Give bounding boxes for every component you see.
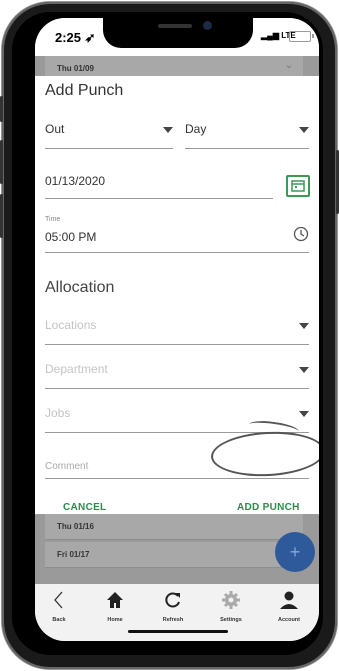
locations-placeholder: Locations: [45, 318, 97, 332]
status-time: 2:25 ➶: [55, 30, 96, 45]
account-icon: [279, 591, 299, 614]
app-screen: Thu 01/09 ⌄ Thu 01/16 Fri 01/17 2:25 ➶ ▂…: [35, 18, 319, 641]
list-item-label: Thu 01/09: [57, 64, 94, 73]
caret-down-icon: [299, 367, 309, 373]
status-bar: 2:25 ➶ ▂▄▆ LTE: [35, 18, 319, 56]
chevron-left-icon: [51, 591, 67, 614]
list-item-label: Fri 01/17: [57, 550, 90, 559]
dialog-title: Add Punch: [45, 82, 124, 99]
chevron-down-icon: ⌄: [284, 60, 293, 71]
time-value: 05:00 PM: [45, 230, 97, 244]
day-type-select[interactable]: Day: [185, 112, 309, 149]
nav-label: Back: [52, 617, 66, 623]
refresh-icon: [163, 592, 183, 614]
list-item: Fri 01/17: [45, 542, 303, 568]
date-field[interactable]: 01/13/2020: [45, 162, 273, 199]
phone-side-button: [0, 194, 3, 238]
battery-icon: [289, 31, 314, 42]
caret-down-icon: [299, 323, 309, 329]
comment-placeholder: Comment: [45, 461, 89, 472]
add-fab-button[interactable]: +: [275, 532, 315, 572]
time-label: Time: [45, 216, 61, 223]
phone-side-button: [0, 96, 3, 122]
punch-type-value: Out: [45, 122, 65, 136]
calendar-icon[interactable]: [286, 175, 310, 197]
day-type-value: Day: [185, 122, 207, 136]
nav-item-back[interactable]: Back: [39, 590, 79, 623]
nav-item-account[interactable]: Account: [269, 590, 309, 623]
camera-icon: [203, 21, 212, 30]
nav-label: Settings: [220, 617, 242, 623]
list-item: Thu 01/16: [45, 514, 303, 540]
phone-side-button: [0, 140, 3, 184]
cancel-button[interactable]: CANCEL: [63, 502, 106, 513]
nav-item-home[interactable]: Home: [95, 590, 135, 623]
department-placeholder: Department: [45, 362, 108, 376]
nav-item-refresh[interactable]: Refresh: [153, 590, 193, 623]
time-field[interactable]: Time 05:00 PM: [45, 214, 309, 253]
add-punch-button[interactable]: ADD PUNCH: [237, 502, 300, 513]
caret-down-icon: [163, 127, 173, 133]
clock-icon[interactable]: [293, 226, 309, 247]
punch-type-select[interactable]: Out: [45, 112, 173, 149]
date-value: 01/13/2020: [45, 174, 106, 188]
nav-label: Refresh: [162, 617, 184, 623]
caret-down-icon: [299, 411, 309, 417]
department-select[interactable]: Department: [45, 348, 309, 389]
nav-label: Account: [278, 617, 300, 623]
caret-down-icon: [299, 127, 309, 133]
list-item-label: Thu 01/16: [57, 522, 94, 531]
speaker-grille: [158, 24, 192, 28]
allocation-heading: Allocation: [45, 279, 115, 296]
home-icon: [105, 592, 125, 614]
jobs-placeholder: Jobs: [45, 406, 71, 420]
nav-label: Home: [107, 617, 123, 623]
nav-item-settings[interactable]: Settings: [211, 590, 251, 623]
home-indicator: [128, 630, 228, 633]
phone-notch: [103, 18, 253, 48]
locations-select[interactable]: Locations: [45, 304, 309, 345]
gear-icon: [221, 591, 241, 614]
